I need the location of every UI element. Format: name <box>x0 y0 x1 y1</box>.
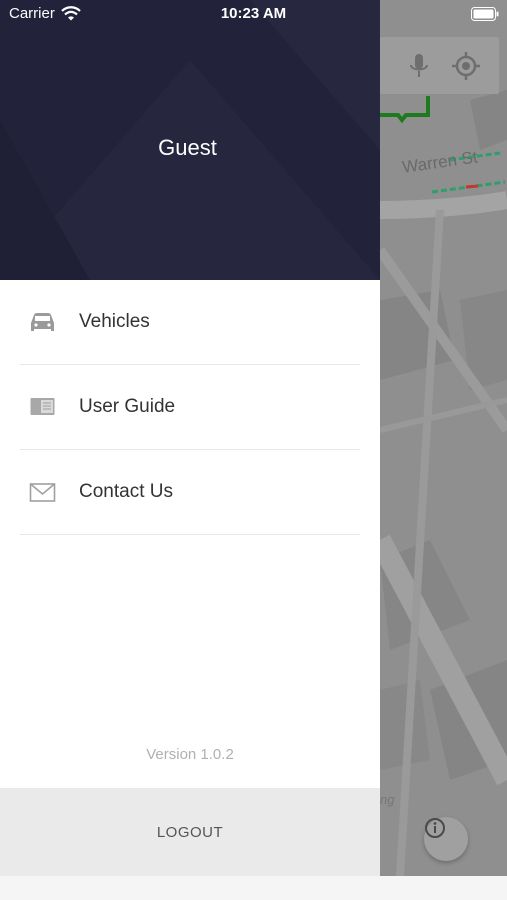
drawer-menu: Vehicles User Guide Contact Us <box>0 280 380 535</box>
my-location-icon[interactable] <box>451 51 481 81</box>
clock: 10:23 AM <box>220 5 287 22</box>
menu-item-label: Contact Us <box>79 481 173 502</box>
map-search-bar[interactable] <box>380 37 499 94</box>
drawer-header: Guest <box>0 0 380 280</box>
status-bar: Carrier 10:23 AM <box>0 0 507 28</box>
menu-item-label: User Guide <box>79 396 176 417</box>
app-version: Version 1.0.2 <box>146 746 234 763</box>
navigation-drawer: Guest Vehicles User Guide Contact Us Ver… <box>0 0 380 876</box>
menu-item-contact-us[interactable]: Contact Us <box>0 450 380 535</box>
user-name: Guest <box>158 135 217 160</box>
bottom-safe-area <box>0 876 507 900</box>
car-icon <box>31 313 54 331</box>
mail-icon <box>29 483 56 502</box>
info-button[interactable] <box>424 817 468 861</box>
microphone-icon[interactable] <box>404 51 434 81</box>
battery-icon <box>471 7 499 21</box>
info-icon <box>425 818 445 838</box>
divider <box>20 534 360 535</box>
book-icon <box>30 398 55 415</box>
menu-item-user-guide[interactable]: User Guide <box>0 365 380 450</box>
map-attribution: ng <box>380 792 395 807</box>
menu-item-vehicles[interactable]: Vehicles <box>0 280 380 365</box>
menu-item-label: Vehicles <box>79 311 150 332</box>
logout-button[interactable]: LOGOUT <box>0 788 380 876</box>
